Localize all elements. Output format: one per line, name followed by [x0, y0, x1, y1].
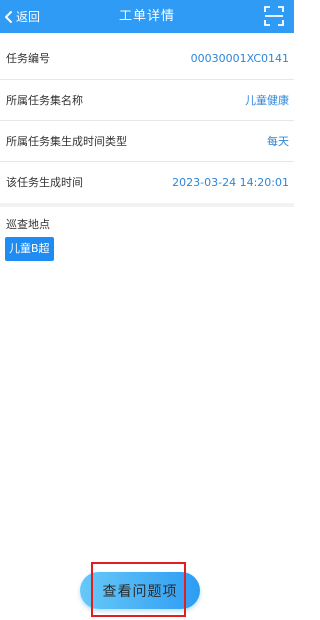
generation-time-label: 该任务生成时间: [6, 176, 83, 189]
generation-type-value: 每天: [267, 135, 289, 148]
scan-button[interactable]: [264, 6, 284, 26]
scan-icon: [264, 6, 284, 26]
page-title: 工单详情: [118, 9, 175, 24]
task-set-name-value: 儿童健康: [245, 94, 289, 107]
task-set-name-row: 所属任务集名称 儿童健康: [0, 80, 294, 120]
patrol-location-title: 巡查地点: [6, 218, 50, 231]
header-bar: 返回 工单详情: [0, 0, 294, 33]
generation-type-label: 所属任务集生成时间类型: [6, 135, 127, 148]
task-set-name-label: 所属任务集名称: [6, 94, 83, 107]
generation-time-value: 2023-03-24 14:20:01: [172, 175, 289, 189]
location-tag[interactable]: 儿童B超: [5, 237, 54, 261]
generation-type-row: 所属任务集生成时间类型 每天: [0, 121, 294, 161]
section-separator: [0, 203, 294, 207]
generation-time-row: 该任务生成时间 2023-03-24 14:20:01: [0, 162, 294, 202]
view-issues-button[interactable]: 查看问题项: [80, 572, 200, 609]
task-number-label: 任务编号: [6, 52, 50, 65]
task-number-row: 任务编号 00030001XC0141: [0, 38, 294, 78]
task-number-value: 00030001XC0141: [190, 51, 289, 65]
